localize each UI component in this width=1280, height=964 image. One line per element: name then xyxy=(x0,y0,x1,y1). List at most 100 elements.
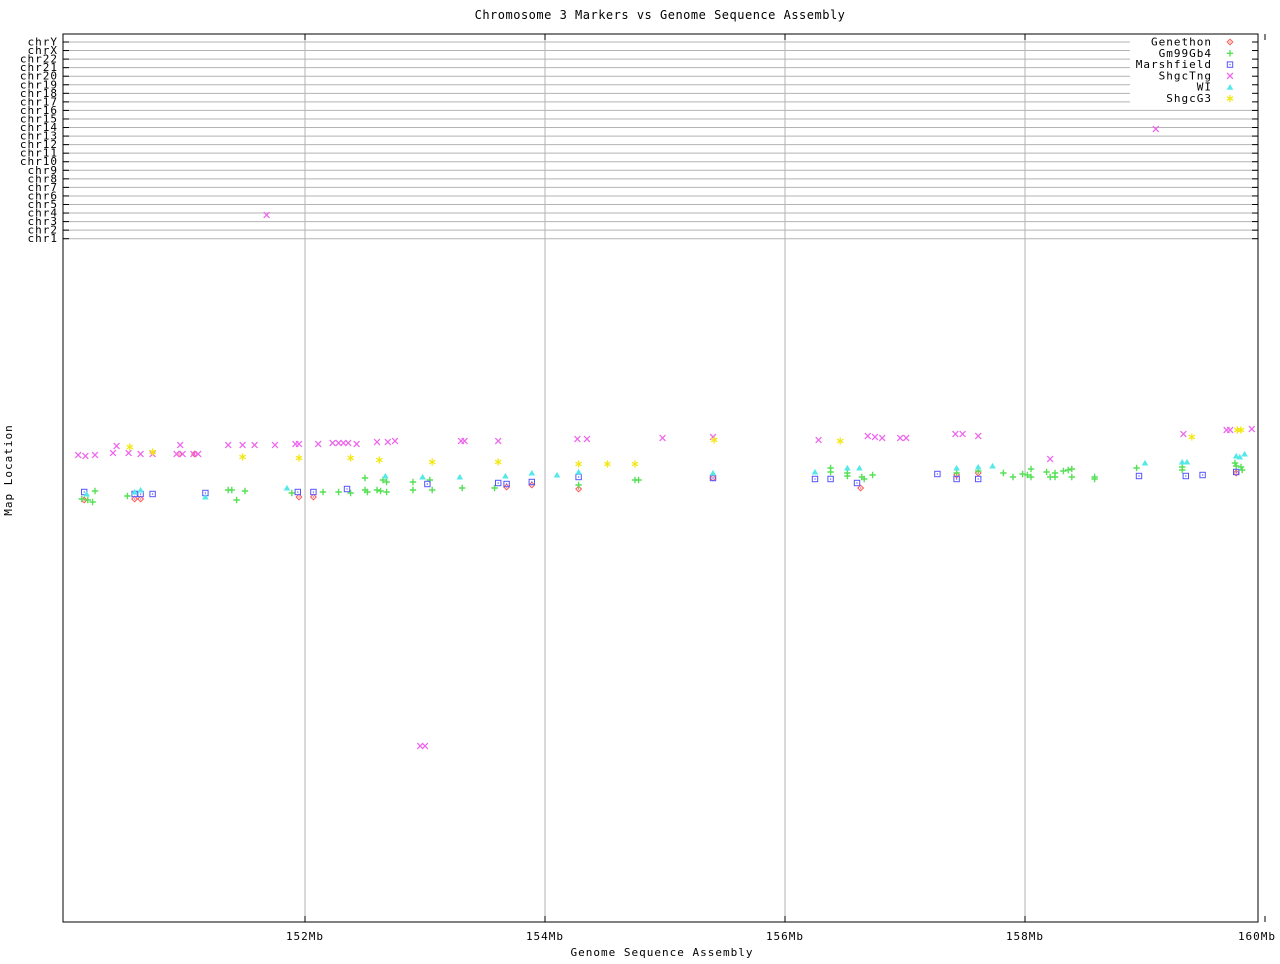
scatter-point-marshfield xyxy=(853,479,861,487)
scatter-point-shgctng xyxy=(224,441,232,449)
y-axis-label: Map Location xyxy=(2,424,15,515)
x-tick-label: 158Mb xyxy=(1006,930,1044,943)
scatter-point-wi xyxy=(137,486,144,493)
scatter-plot-canvas: 152Mb 154Mb 156Mb 158Mb 160MbchrYchrXchr22ch… xyxy=(2,8,1276,959)
scatter-point-wi xyxy=(953,464,960,471)
scatter-point-shgctng xyxy=(902,434,910,442)
scatter-point-marshfield xyxy=(975,475,982,483)
scatter-point-shgctng xyxy=(271,441,279,449)
scatter-point-marshfield xyxy=(294,488,301,496)
scatter-point-shgcg3 xyxy=(428,457,436,467)
scatter-point-shgcg3 xyxy=(1233,425,1242,435)
scatter-point-gm99gb4 xyxy=(376,487,385,495)
scatter-point-marshfield xyxy=(1135,472,1143,480)
x-tick-label: 154Mb xyxy=(526,930,564,943)
scatter-point-shgctng xyxy=(878,434,886,442)
scatter-point-gm99gb4 xyxy=(232,496,241,504)
scatter-point-gm99gb4 xyxy=(1027,465,1035,473)
scatter-point-shgcg3 xyxy=(1188,432,1196,442)
scatter-point-gm99gb4 xyxy=(458,484,467,492)
legend-label: ShgcG3 xyxy=(1166,92,1212,105)
scatter-point-shgctng xyxy=(384,438,392,446)
scatter-point-shgctng xyxy=(951,430,959,438)
scatter-point-gm99gb4 xyxy=(382,488,391,496)
scatter-point-shgctng xyxy=(239,441,247,449)
scatter-point-wi xyxy=(974,463,982,470)
scatter-point-gm99gb4 xyxy=(409,478,417,486)
scatter-point-shgctng xyxy=(391,437,399,445)
scatter-point-gm99gb4 xyxy=(346,489,355,497)
scatter-point-gm99gb4 xyxy=(1064,466,1073,474)
scatter-point-gm99gb4 xyxy=(373,486,381,494)
scatter-point-gm99gb4 xyxy=(428,486,437,494)
scatter-point-shgctng xyxy=(494,437,502,445)
scatter-point-shgctng xyxy=(91,451,99,459)
scatter-point-shgctng xyxy=(137,450,145,458)
scatter-point-shgcg3 xyxy=(295,453,303,463)
scatter-point-shgctng xyxy=(113,442,121,450)
axis-tick-labels: 152Mb 154Mb 156Mb 158Mb 160MbchrYchrXchr22ch… xyxy=(20,36,1276,944)
scatter-point-shgcg3 xyxy=(1237,425,1245,435)
scatter-point-wi xyxy=(502,472,509,479)
chart-title: Chromosome 3 Markers vs Genome Sequence … xyxy=(475,8,846,22)
scatter-point-shgctng xyxy=(179,450,187,458)
scatter-point-wi xyxy=(553,471,561,478)
scatter-point-gm99gb4 xyxy=(334,488,343,496)
scatter-point-gm99gb4 xyxy=(1042,468,1051,476)
scatter-point-shgctng xyxy=(871,433,879,441)
scatter-point-wi xyxy=(382,472,389,479)
scatter-point-gm99gb4 xyxy=(123,492,132,500)
scatter-point-shgctng xyxy=(125,449,133,457)
scatter-point-shgctng xyxy=(295,440,303,448)
scatter-point-marshfield xyxy=(149,490,156,498)
scatter-point-marshfield xyxy=(1199,471,1206,479)
scatter-point-wi xyxy=(1241,450,1248,457)
scatter-point-wi xyxy=(709,469,717,476)
scatter-point-gm99gb4 xyxy=(1132,464,1141,472)
scatter-point-shgctng xyxy=(314,440,322,448)
scatter-point-shgctng xyxy=(81,452,89,460)
scatter-point-marshfield xyxy=(575,473,582,481)
x-tick-label: 152Mb xyxy=(286,930,324,943)
scatter-point-gm99gb4 xyxy=(287,489,296,497)
scatter-point-shgctng xyxy=(194,450,202,458)
scatter-point-gm99gb4 xyxy=(1067,473,1076,481)
scatter-point-shgcg3 xyxy=(346,453,355,463)
scatter-point-shgcg3 xyxy=(238,452,247,462)
plot-border-rect xyxy=(62,33,1259,923)
scatter-point-wi xyxy=(811,468,819,475)
scatter-point-gm99gb4 xyxy=(91,487,99,495)
scatter-point-marshfield xyxy=(1182,472,1189,480)
scatter-point-shgcg3 xyxy=(603,459,612,469)
scatter-point-gm99gb4 xyxy=(227,486,236,494)
scatter-point-gm99gb4 xyxy=(1051,473,1059,481)
scatter-point-shgctng xyxy=(974,432,982,440)
scatter-point-shgctng xyxy=(959,430,967,438)
y-tick-label: chr1 xyxy=(28,232,59,245)
scatter-point-shgctng xyxy=(461,437,469,445)
scatter-point-shgctng xyxy=(864,432,872,440)
scatter-point-wi xyxy=(419,473,426,480)
scatter-point-gm99gb4 xyxy=(361,474,369,482)
scatter-point-shgcg3 xyxy=(126,442,134,452)
plot-border xyxy=(62,33,1259,923)
scatter-point-gm99gb4 xyxy=(1238,466,1247,474)
scatter-point-shgctng xyxy=(1179,430,1187,438)
scatter-point-marshfield xyxy=(343,485,351,493)
scatter-point-shgctng xyxy=(1152,125,1160,133)
scatter-point-shgcg3 xyxy=(836,436,844,446)
scatter-point-gm99gb4 xyxy=(634,476,643,484)
scatter-point-shgctng xyxy=(1226,426,1234,434)
x-tick-label: 160Mb xyxy=(1238,930,1276,943)
scatter-point-wi xyxy=(283,484,291,491)
x-tick-label: 156Mb xyxy=(766,930,804,943)
scatter-point-marshfield xyxy=(811,475,819,483)
scatter-point-gm99gb4 xyxy=(409,486,417,494)
scatter-point-gm99gb4 xyxy=(1067,465,1076,473)
x-axis-label: Genome Sequence Assembly xyxy=(571,946,754,959)
scatter-point-wi xyxy=(456,473,464,480)
scatter-point-marshfield xyxy=(827,475,834,483)
scatter-point-wi xyxy=(856,464,863,471)
scatter-point-marshfield xyxy=(495,479,502,487)
scatter-point-shgctng xyxy=(373,438,381,446)
